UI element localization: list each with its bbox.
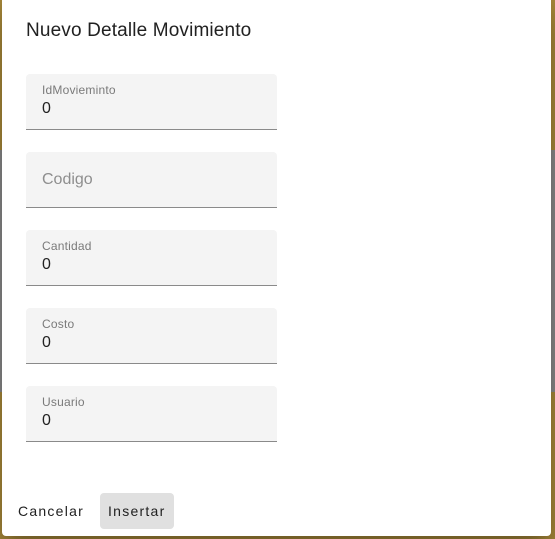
- cancel-button[interactable]: Cancelar: [10, 493, 92, 529]
- dialog-title: Nuevo Detalle Movimiento: [26, 20, 252, 41]
- cantidad-field[interactable]: Cantidad: [26, 230, 277, 286]
- insert-button[interactable]: Insertar: [100, 493, 174, 529]
- new-movement-detail-dialog: Nuevo Detalle Movimiento IdMovieminto Co…: [2, 0, 551, 536]
- id-movimiento-field[interactable]: IdMovieminto: [26, 74, 277, 130]
- costo-input[interactable]: [42, 334, 262, 352]
- codigo-placeholder: Codigo: [42, 171, 93, 188]
- usuario-field[interactable]: Usuario: [26, 386, 277, 442]
- usuario-input[interactable]: [42, 412, 262, 430]
- cantidad-input[interactable]: [42, 256, 262, 274]
- id-movimiento-input[interactable]: [42, 100, 262, 118]
- costo-field[interactable]: Costo: [26, 308, 277, 364]
- cantidad-label: Cantidad: [42, 239, 92, 253]
- usuario-label: Usuario: [42, 395, 85, 409]
- costo-label: Costo: [42, 317, 75, 331]
- id-movimiento-label: IdMovieminto: [42, 83, 116, 97]
- codigo-field[interactable]: Codigo: [26, 152, 277, 208]
- dialog-actions: Cancelar Insertar: [10, 493, 174, 529]
